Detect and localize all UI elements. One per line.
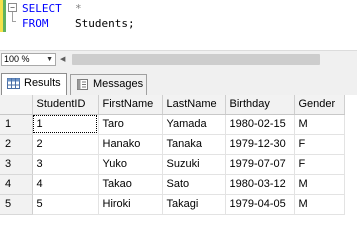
table-row[interactable]: 2 2 Hanako Tanaka 1979-12-30 F — [0, 134, 345, 155]
table-cell[interactable]: Sato — [162, 174, 226, 195]
table-cell[interactable]: Hiroki — [98, 194, 163, 215]
collapse-icon[interactable]: − — [8, 3, 17, 12]
tab-messages-label: Messages — [93, 78, 144, 90]
results-table: StudentID FirstName LastName Birthday Ge… — [0, 95, 345, 215]
table-cell[interactable]: 3 — [32, 154, 99, 175]
table-row[interactable]: 5 5 Hiroki Takagi 1979-04-05 M — [0, 194, 345, 215]
table-cell[interactable]: 1980-02-15 — [225, 114, 295, 135]
table-cell[interactable]: 1979-12-30 — [225, 134, 295, 155]
row-number[interactable]: 3 — [0, 154, 33, 175]
zoom-dropdown[interactable]: 100 % ▼ — [1, 53, 56, 66]
sql-star: * — [75, 2, 82, 15]
sql-editor[interactable]: − SELECT * FROM Students; — [0, 0, 357, 50]
table-cell[interactable]: Takagi — [162, 194, 226, 215]
table-cell[interactable]: 2 — [32, 134, 99, 155]
table-row[interactable]: 1 1 Taro Yamada 1980-02-15 M — [0, 114, 345, 135]
row-number[interactable]: 4 — [0, 174, 33, 195]
column-header[interactable]: LastName — [162, 95, 226, 115]
row-number[interactable]: 2 — [0, 134, 33, 155]
table-cell[interactable]: Taro — [98, 114, 163, 135]
column-header[interactable]: StudentID — [32, 95, 99, 115]
chevron-down-icon[interactable]: ▼ — [46, 55, 53, 65]
column-header[interactable]: Birthday — [225, 95, 295, 115]
row-number[interactable]: 1 — [0, 114, 33, 135]
column-header[interactable]: Gender — [294, 95, 345, 115]
table-cell[interactable]: M — [294, 114, 345, 135]
sql-keyword-select: SELECT — [22, 2, 62, 15]
table-row[interactable]: 3 3 Yuko Suzuki 1979-07-07 F — [0, 154, 345, 175]
table-cell[interactable]: M — [294, 194, 345, 215]
saved-lines-marker — [3, 0, 6, 32]
table-cell[interactable]: Yamada — [162, 114, 226, 135]
sql-keyword-from: FROM — [22, 17, 49, 30]
results-grid[interactable]: StudentID FirstName LastName Birthday Ge… — [0, 95, 357, 215]
zoom-value: 100 % — [4, 54, 30, 64]
table-cell[interactable]: 1979-07-07 — [225, 154, 295, 175]
table-cell[interactable]: Takao — [98, 174, 163, 195]
table-cell[interactable]: 5 — [32, 194, 99, 215]
messages-icon — [77, 79, 88, 90]
fold-guide-end — [12, 21, 16, 22]
sql-table-name: Students; — [75, 17, 135, 30]
table-cell[interactable]: Suzuki — [162, 154, 226, 175]
table-cell[interactable]: M — [294, 174, 345, 195]
code-line-1[interactable]: SELECT * — [22, 1, 82, 16]
table-cell[interactable]: 1 — [32, 114, 99, 135]
scrollbar-thumb[interactable] — [72, 54, 320, 65]
column-header[interactable]: FirstName — [98, 95, 163, 115]
table-cell[interactable]: Yuko — [98, 154, 163, 175]
editor-status-bar: 100 % ▼ ◀ — [0, 50, 357, 68]
table-cell[interactable]: 4 — [32, 174, 99, 195]
table-cell[interactable]: Hanako — [98, 134, 163, 155]
code-line-2[interactable]: FROM Students; — [22, 16, 135, 31]
horizontal-scrollbar[interactable] — [70, 54, 357, 65]
tab-results-label: Results — [24, 77, 61, 89]
tab-messages[interactable]: Messages — [70, 74, 147, 95]
corner-cell[interactable] — [0, 95, 33, 115]
grid-results-icon — [7, 78, 20, 89]
tab-results[interactable]: Results — [1, 73, 67, 95]
header-row: StudentID FirstName LastName Birthday Ge… — [0, 95, 345, 115]
table-cell[interactable]: F — [294, 134, 345, 155]
table-cell[interactable]: F — [294, 154, 345, 175]
table-cell[interactable]: 1980-03-12 — [225, 174, 295, 195]
row-number[interactable]: 5 — [0, 194, 33, 215]
table-cell[interactable]: Tanaka — [162, 134, 226, 155]
table-row[interactable]: 4 4 Takao Sato 1980-03-12 M — [0, 174, 345, 195]
table-cell[interactable]: 1979-04-05 — [225, 194, 295, 215]
results-tab-strip: Results Messages — [0, 68, 357, 163]
scroll-left-icon[interactable]: ◀ — [60, 55, 65, 64]
